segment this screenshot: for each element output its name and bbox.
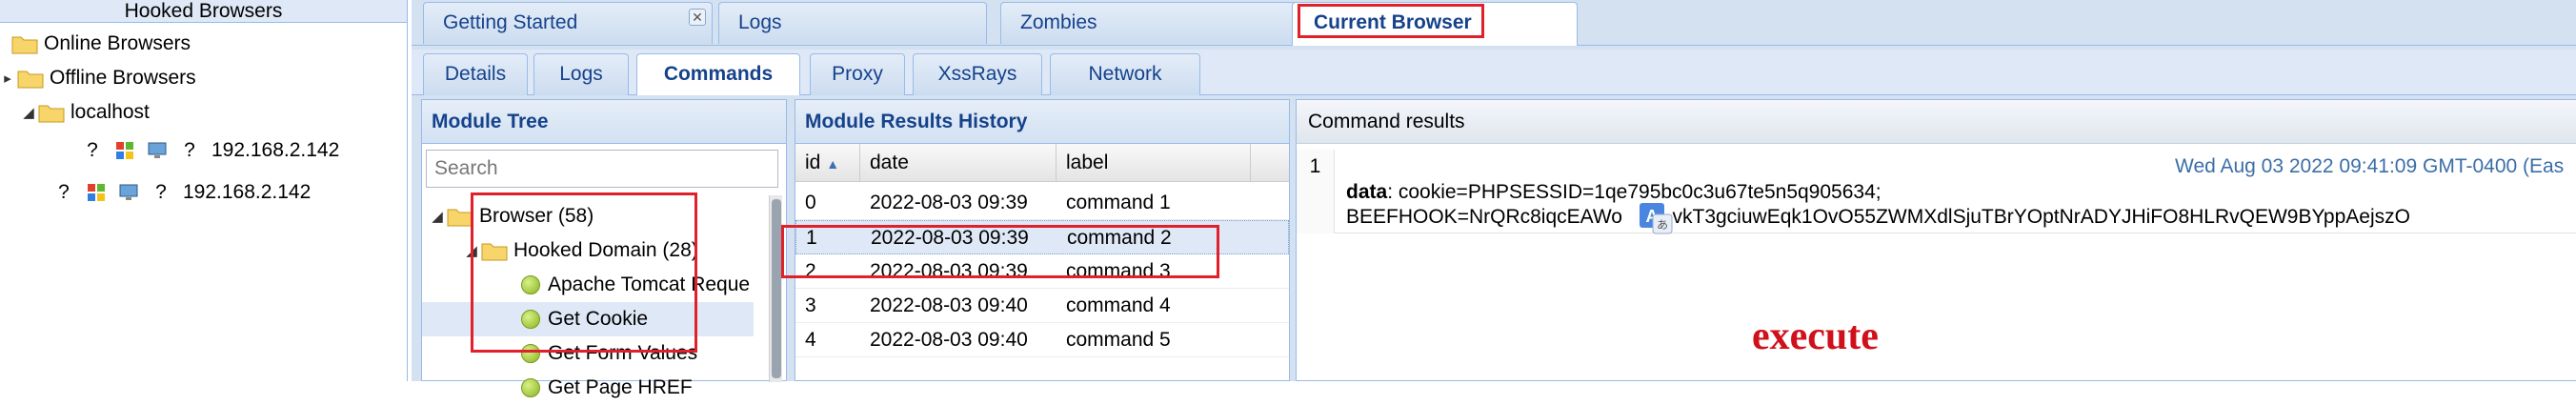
tab-getting-started[interactable]: Getting Started ✕ [423, 2, 713, 44]
sub-tabbar: Details Logs Commands Proxy XssRays Netw… [412, 50, 2576, 95]
execute-annotation: execute [1752, 314, 1879, 358]
main-area: Getting Started ✕ Logs Zombies Current B… [412, 0, 2576, 398]
folder-open-icon [447, 206, 473, 227]
data-line: BEEFHOOK=NrQRc8iqcEAWo vkT3gciuwEqk1OvO5… [1346, 206, 2410, 228]
table-row[interactable]: 0 2022-08-03 09:39 command 1 [795, 186, 1289, 220]
subtab-logs[interactable]: Logs [533, 53, 629, 95]
hooked-browsers-panel: Hooked Browsers Online Browsers ▸ Offlin… [0, 0, 408, 381]
result-timestamp: Wed Aug 03 2022 09:41:09 GMT-0400 (Eas [2175, 155, 2565, 177]
tab-label: Logs [738, 11, 782, 33]
module-tree-title: Module Tree [422, 100, 786, 144]
result-data: data: cookie=PHPSESSID=1qe795bc0c3u67te5… [1346, 180, 2410, 230]
browser-ip: 192.168.2.142 [211, 139, 340, 161]
table-row[interactable]: 4 2022-08-03 09:40 command 5 [795, 323, 1289, 357]
cell-id: 3 [805, 294, 816, 316]
tab-label: Getting Started [443, 11, 578, 33]
subtab-proxy[interactable]: Proxy [810, 53, 905, 95]
cell-date: 2022-08-03 09:40 [870, 294, 1028, 316]
online-browsers-label: Online Browsers [44, 32, 191, 54]
cell-date: 2022-08-03 09:40 [870, 329, 1028, 351]
command-results-panel: Command results 1 Wed Aug 03 2022 09:41:… [1296, 99, 2576, 381]
highlight-box [781, 225, 1219, 278]
tab-zombies[interactable]: Zombies [1000, 2, 1315, 44]
offline-browsers-label: Offline Browsers [50, 67, 196, 89]
cell-label: command 4 [1066, 294, 1171, 316]
close-icon[interactable]: ✕ [689, 9, 706, 26]
result-row[interactable]: 1 Wed Aug 03 2022 09:41:09 GMT-0400 (Eas… [1297, 150, 2576, 235]
offline-browsers-node[interactable]: ▸ Offline Browsers [0, 61, 196, 95]
subtab-network[interactable]: Network [1050, 53, 1200, 95]
browser-entry[interactable]: ? ? 192.168.2.142 [53, 175, 311, 210]
column-header-id[interactable]: id ▲ [795, 144, 860, 182]
grid-header: id ▲ date label [795, 144, 1289, 182]
module-status-icon [521, 378, 540, 397]
expand-arrow-icon[interactable]: ◢ [21, 104, 36, 121]
desktop-hardware-icon [118, 182, 139, 203]
folder-icon [11, 33, 38, 54]
data-line: : cookie=PHPSESSID=1qe795bc0c3u67te5n5q9… [1387, 181, 1882, 203]
results-title: Command results [1297, 100, 2576, 144]
subtab-details[interactable]: Details [423, 53, 528, 95]
folder-open-icon [17, 68, 44, 89]
history-title: Module Results History [795, 100, 1289, 144]
translate-icon[interactable]: Aあ [1638, 201, 1674, 235]
unknown-info-icon: ? [155, 181, 167, 203]
subtab-xssrays[interactable]: XssRays [913, 53, 1042, 95]
cell-id: 0 [805, 192, 816, 213]
highlight-box [1298, 4, 1484, 38]
unknown-browser-icon: ? [87, 139, 98, 161]
online-browsers-node[interactable]: Online Browsers [11, 27, 191, 61]
windows-os-icon [86, 182, 107, 203]
column-label: id [805, 152, 821, 173]
folder-open-icon [38, 102, 65, 123]
windows-os-icon [114, 140, 135, 161]
table-row[interactable]: 3 2022-08-03 09:40 command 4 [795, 289, 1289, 323]
scrollbar[interactable] [769, 195, 782, 382]
data-key: data [1346, 181, 1388, 203]
highlight-box [471, 192, 697, 353]
svg-text:あ: あ [1657, 218, 1668, 232]
cell-id: 4 [805, 329, 816, 351]
scrollbar-thumb[interactable] [772, 199, 781, 378]
unknown-info-icon: ? [184, 139, 195, 161]
subtab-commands[interactable]: Commands [636, 53, 800, 95]
collapse-arrow-icon[interactable]: ▸ [0, 70, 15, 87]
module-item[interactable]: Get Page HREF [521, 371, 693, 405]
module-label: Get Page HREF [548, 376, 693, 398]
desktop-hardware-icon [147, 140, 168, 161]
tab-logs[interactable]: Logs [718, 2, 987, 44]
browser-entry[interactable]: ? ? 192.168.2.142 [82, 133, 339, 168]
tab-label: Zombies [1020, 11, 1097, 33]
cell-date: 2022-08-03 09:39 [870, 192, 1028, 213]
panel-title: Hooked Browsers [0, 0, 407, 23]
unknown-browser-icon: ? [58, 181, 70, 203]
cell-label: command 1 [1066, 192, 1171, 213]
sort-asc-icon: ▲ [826, 156, 840, 172]
localhost-label: localhost [70, 101, 150, 123]
localhost-node[interactable]: ◢ localhost [21, 95, 150, 130]
column-header-date[interactable]: date [860, 144, 1057, 182]
expand-arrow-icon[interactable]: ◢ [430, 208, 445, 225]
row-number: 1 [1297, 150, 1335, 233]
search-input[interactable]: Search [426, 150, 778, 188]
main-tabbar: Getting Started ✕ Logs Zombies Current B… [412, 0, 2576, 46]
browser-ip: 192.168.2.142 [183, 181, 312, 203]
cell-label: command 5 [1066, 329, 1171, 351]
column-header-label[interactable]: label [1057, 144, 1251, 182]
